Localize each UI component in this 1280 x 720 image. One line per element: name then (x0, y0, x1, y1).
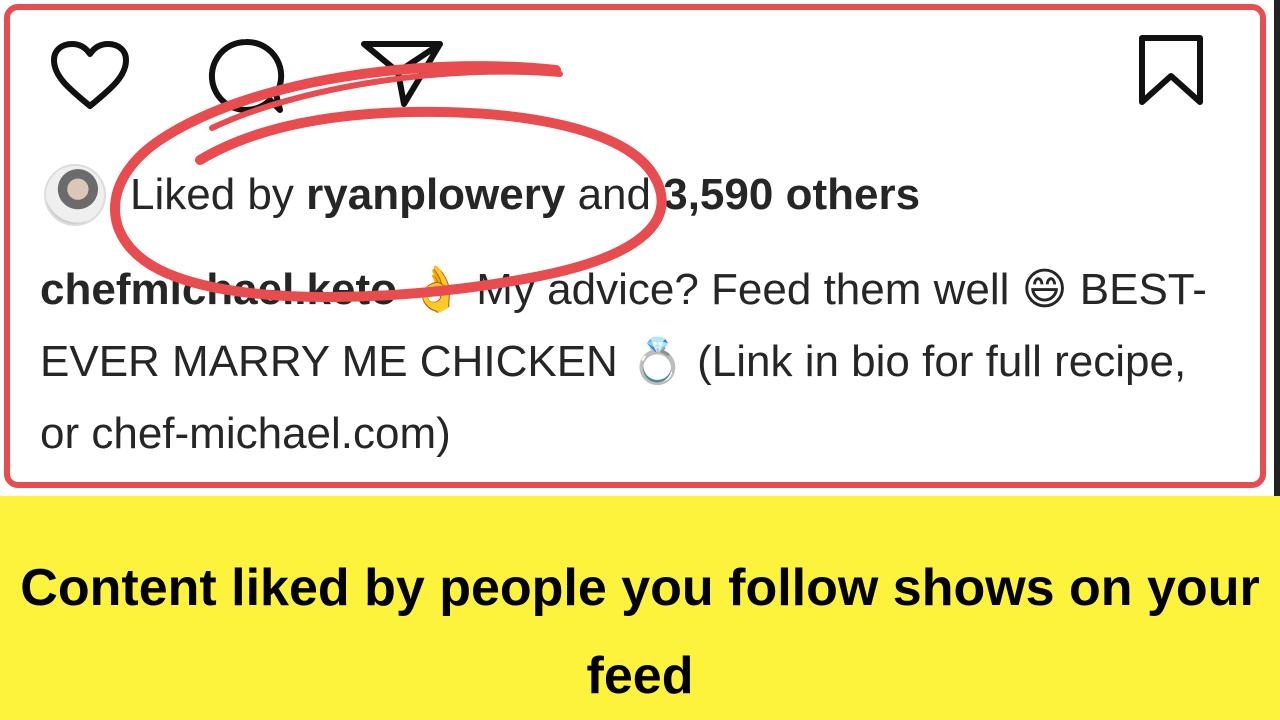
comment-icon[interactable] (204, 36, 288, 116)
post-caption: chefmichael.keto 👌 My advice? Feed them … (40, 254, 1210, 470)
likes-count[interactable]: 3,590 others (663, 170, 920, 220)
ring-emoji: 💍 (630, 336, 685, 387)
bookmark-icon[interactable] (1136, 34, 1206, 106)
liker-username[interactable]: ryanplowery (306, 170, 565, 220)
likes-prefix: Liked by (130, 170, 294, 219)
grinning-emoji: 😄 (1021, 264, 1068, 315)
paper-plane-icon[interactable] (360, 38, 444, 108)
caption-author[interactable]: chefmichael.keto (40, 265, 397, 314)
ok-hand-emoji: 👌 (409, 264, 465, 315)
caption-text-1: My advice? Feed them well (476, 265, 1010, 314)
avatar[interactable] (44, 164, 106, 226)
likes-connector: and (577, 170, 651, 219)
heart-icon[interactable] (48, 38, 132, 112)
likes-summary: Liked by ryanplowery and 3,590 others (44, 162, 920, 228)
right-edge-divider (1274, 0, 1280, 496)
banner-caption: Content liked by people you follow shows… (20, 559, 1260, 705)
